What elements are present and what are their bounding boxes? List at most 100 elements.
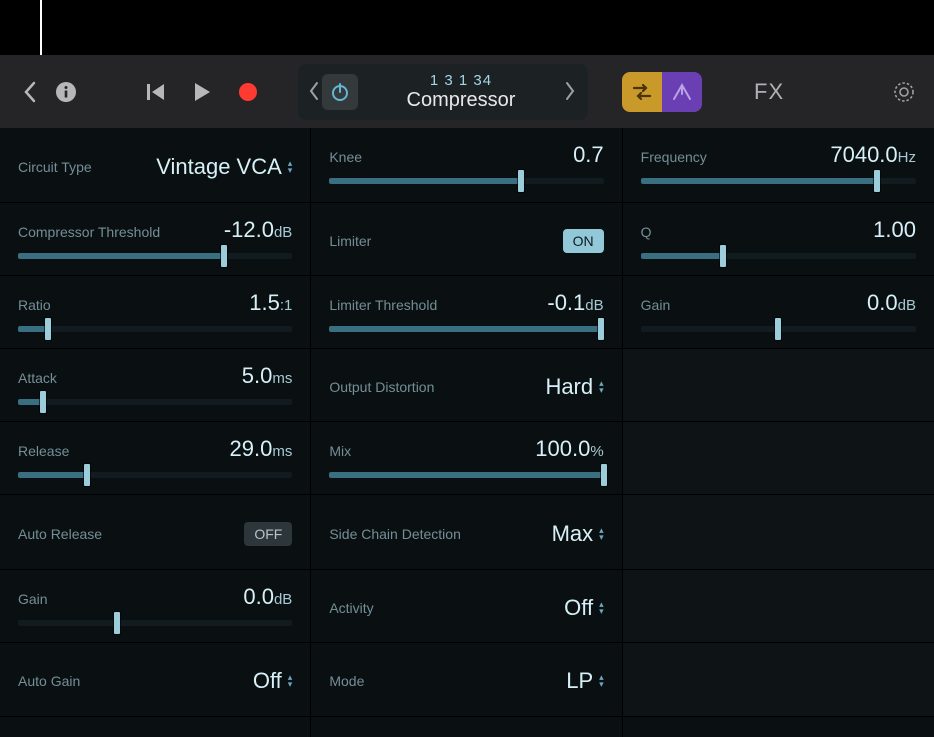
param-label: Knee xyxy=(329,149,362,165)
toggle-pill[interactable]: ON xyxy=(563,229,604,253)
param-value: 0.7 xyxy=(573,142,604,167)
empty-cell xyxy=(623,349,934,422)
param-value: Off xyxy=(253,668,282,694)
gain-slider[interactable]: Gain0.0dB xyxy=(0,570,310,643)
q-slider[interactable]: Q1.00 xyxy=(623,203,934,276)
auto-gain-dropdown[interactable]: Auto Gain Off▴▾ xyxy=(0,643,310,717)
updown-icon: ▴▾ xyxy=(599,601,604,615)
next-effect-button[interactable] xyxy=(564,81,578,103)
param-value: 29.0 xyxy=(230,436,273,461)
side-chain-dropdown[interactable]: Side Chain Detection Max▴▾ xyxy=(311,495,621,570)
mix-slider[interactable]: Mix100.0% xyxy=(311,422,621,495)
empty-cell xyxy=(623,422,934,495)
slider-track[interactable] xyxy=(18,472,292,478)
attack-slider[interactable]: Attack5.0ms xyxy=(0,349,310,422)
release-slider[interactable]: Release 29.0ms xyxy=(0,422,310,495)
empty-cell xyxy=(623,495,934,570)
param-label: Gain xyxy=(641,297,671,313)
param-value: Vintage VCA xyxy=(156,154,282,180)
sc-gain-slider[interactable]: Gain 0.0dB xyxy=(623,276,934,349)
limiter-toggle[interactable]: Limiter ON xyxy=(311,203,621,276)
slider-track[interactable] xyxy=(641,326,916,332)
auto-release-toggle[interactable]: Auto Release OFF xyxy=(0,495,310,570)
param-unit: dB xyxy=(898,297,916,314)
blackbar-top xyxy=(0,0,934,55)
param-value: 0.0 xyxy=(243,584,274,609)
param-label: Output Distortion xyxy=(329,379,434,395)
slider-track[interactable] xyxy=(329,178,603,184)
param-label: Ratio xyxy=(18,297,51,313)
param-column-2: Knee 0.7 Limiter ON Limiter Threshold -0.1… xyxy=(311,128,622,737)
param-unit: dB xyxy=(274,224,292,241)
info-icon[interactable] xyxy=(54,80,78,104)
param-value: 1.5 xyxy=(249,290,280,315)
ratio-slider[interactable]: Ratio 1.5:1 xyxy=(0,276,310,349)
updown-icon: ▴▾ xyxy=(288,160,293,174)
slider-track[interactable] xyxy=(641,253,916,259)
param-label: Activity xyxy=(329,600,373,616)
mode-dropdown[interactable]: Mode LP ▴▾ xyxy=(311,643,621,717)
param-label: Frequency xyxy=(641,149,707,165)
param-unit: % xyxy=(590,443,603,460)
toolbar: 1 3 1 34 Compressor FX xyxy=(0,55,934,128)
compressor-threshold-slider[interactable]: Compressor Threshold -12.0dB xyxy=(0,203,310,276)
param-label: Limiter Threshold xyxy=(329,297,437,313)
parameter-grid: Circuit Type Vintage VCA ▴▾ Compressor Th… xyxy=(0,128,934,737)
param-value: Off xyxy=(564,595,593,621)
param-label: Limiter xyxy=(329,233,371,249)
param-value: 100.0 xyxy=(535,436,590,461)
slider-track[interactable] xyxy=(641,178,916,184)
transport-controls xyxy=(144,80,260,104)
param-unit: ms xyxy=(272,443,292,460)
param-label: Gain xyxy=(18,591,48,607)
play-button[interactable] xyxy=(190,80,214,104)
param-value: 5.0 xyxy=(242,363,273,388)
updown-icon: ▴▾ xyxy=(599,380,604,394)
slot-numbers: 1 3 1 34 xyxy=(358,72,564,89)
back-button[interactable] xyxy=(18,80,42,104)
param-label: Circuit Type xyxy=(18,159,92,175)
activity-dropdown[interactable]: Activity Off ▴▾ xyxy=(311,570,621,643)
param-value: 0.0 xyxy=(867,290,898,315)
slider-track[interactable] xyxy=(18,399,292,405)
effect-title-box: 1 3 1 34 Compressor xyxy=(298,64,588,120)
knee-slider[interactable]: Knee 0.7 xyxy=(311,128,621,203)
slider-track[interactable] xyxy=(329,472,603,478)
slider-track[interactable] xyxy=(18,326,292,332)
param-label: Side Chain Detection xyxy=(329,526,461,542)
param-value: -0.1 xyxy=(547,290,585,315)
slider-track[interactable] xyxy=(329,326,603,332)
param-unit: ms xyxy=(272,370,292,387)
circuit-type-dropdown[interactable]: Circuit Type Vintage VCA ▴▾ xyxy=(0,128,310,203)
record-button[interactable] xyxy=(236,80,260,104)
slider-track[interactable] xyxy=(18,620,292,626)
output-distortion-dropdown[interactable]: Output Distortion Hard ▴▾ xyxy=(311,349,621,422)
prev-effect-button[interactable] xyxy=(308,81,322,103)
param-unit: dB xyxy=(585,297,603,314)
frequency-slider[interactable]: Frequency7040.0Hz xyxy=(623,128,934,203)
compare-a-button[interactable] xyxy=(622,72,662,112)
param-label: Q xyxy=(641,224,652,240)
skip-back-button[interactable] xyxy=(144,80,168,104)
param-unit: Hz xyxy=(898,149,916,166)
settings-gear-icon[interactable] xyxy=(892,80,916,104)
compare-b-button[interactable] xyxy=(662,72,702,112)
fx-tab[interactable]: FX xyxy=(754,79,784,105)
param-value: Max xyxy=(552,521,594,547)
param-label: Release xyxy=(18,443,69,459)
slider-track[interactable] xyxy=(18,253,292,259)
param-unit: :1 xyxy=(280,297,293,314)
empty-cell xyxy=(623,643,934,717)
param-value: Hard xyxy=(545,374,593,400)
param-label: Compressor Threshold xyxy=(18,224,160,240)
param-value: LP xyxy=(566,668,593,694)
toggle-pill[interactable]: OFF xyxy=(244,522,292,546)
limiter-threshold-slider[interactable]: Limiter Threshold -0.1dB xyxy=(311,276,621,349)
updown-icon: ▴▾ xyxy=(599,674,604,688)
power-toggle[interactable] xyxy=(322,74,358,110)
param-value: -12.0 xyxy=(224,217,274,242)
effect-title[interactable]: 1 3 1 34 Compressor xyxy=(358,72,564,112)
param-label: Mode xyxy=(329,673,364,689)
param-label: Auto Release xyxy=(18,526,102,542)
param-label: Auto Gain xyxy=(18,673,80,689)
